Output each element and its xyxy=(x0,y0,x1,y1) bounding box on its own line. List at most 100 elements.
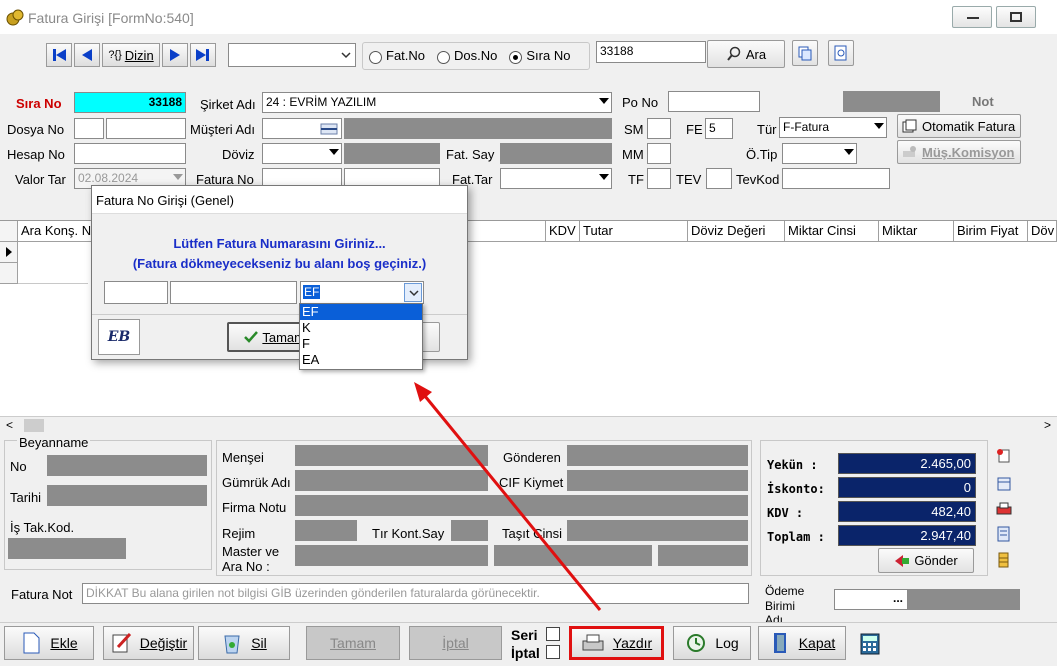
printer-list-icon[interactable] xyxy=(995,502,1013,518)
table-row[interactable] xyxy=(18,242,88,284)
doviz-dropdown[interactable] xyxy=(262,143,342,164)
otip-dropdown[interactable] xyxy=(782,143,857,164)
musteri-adi-field[interactable] xyxy=(262,118,342,139)
maximize-button[interactable] xyxy=(996,6,1036,28)
odeme-birimi-field[interactable]: ... xyxy=(834,589,908,610)
grid-col-doviz-degeri[interactable]: Döviz Değeri xyxy=(688,221,785,242)
mm-field[interactable] xyxy=(647,143,671,164)
grid-horizontal-scrollbar[interactable]: < > xyxy=(0,416,1057,434)
minimize-button[interactable] xyxy=(952,6,992,28)
dizin-button[interactable]: ?{} Dizin xyxy=(102,43,160,67)
yazdir-button[interactable]: Yazdır xyxy=(569,626,664,660)
dosya-no-prefix-field[interactable] xyxy=(74,118,104,139)
cif-kiymet-field[interactable] xyxy=(567,470,748,491)
option-f[interactable]: F xyxy=(300,336,422,352)
hesap-no-field[interactable] xyxy=(74,143,186,164)
option-ef[interactable]: EF xyxy=(300,304,422,320)
sira-no-field[interactable]: 33188 xyxy=(74,92,186,113)
gumruk-adi-field[interactable] xyxy=(295,470,488,491)
eb-logo-button[interactable]: EB xyxy=(98,319,140,355)
odeme-lookup-button[interactable]: ... xyxy=(893,591,903,605)
grid-col-doviz[interactable]: Döv xyxy=(1028,221,1057,242)
grid-col-tutar[interactable]: Tutar xyxy=(580,221,688,242)
kapat-label: Kapat xyxy=(798,635,836,651)
dosya-no-field[interactable] xyxy=(106,118,186,139)
ara-no-field[interactable] xyxy=(494,545,652,566)
select-dropdown-button[interactable] xyxy=(404,283,422,302)
fe-field[interactable]: 5 xyxy=(705,118,733,139)
fatura-number-input[interactable] xyxy=(170,281,297,304)
fatura-not-field[interactable]: DİKKAT Bu alana girilen not bilgisi GİB … xyxy=(82,583,749,604)
search-input[interactable]: 33188 xyxy=(596,41,706,63)
tasit-cinsi-label: Taşıt Cinsi xyxy=(502,526,562,541)
po-no-field[interactable] xyxy=(668,91,760,112)
sirket-adi-dropdown[interactable]: 24 : EVRİM YAZILIM xyxy=(262,92,612,113)
kdv-value: 482,40 xyxy=(838,501,976,522)
kapat-button[interactable]: Kapat xyxy=(758,626,846,660)
sm-field[interactable] xyxy=(647,118,671,139)
grid-col-miktar-cinsi[interactable]: Miktar Cinsi xyxy=(785,221,879,242)
copy-button[interactable] xyxy=(792,40,818,66)
gonder-button[interactable]: Gönder xyxy=(878,548,974,573)
otomatik-fatura-button[interactable]: Otomatik Fatura xyxy=(897,114,1021,138)
mus-komisyon-label: Müş.Komisyon xyxy=(922,144,1015,160)
rejim-field[interactable] xyxy=(295,520,357,541)
fatura-seri-input[interactable] xyxy=(104,281,168,304)
fatura-type-select[interactable]: EF xyxy=(300,281,424,304)
tev-field[interactable] xyxy=(706,168,732,189)
preview-button[interactable] xyxy=(828,40,854,66)
tamam-button[interactable]: Tamam xyxy=(306,626,400,660)
log-button[interactable]: Log xyxy=(673,626,751,660)
last-record-button[interactable] xyxy=(190,43,216,67)
grid-col-birim-fiyat[interactable]: Birim Fiyat xyxy=(954,221,1028,242)
ekle-button[interactable]: Ekle xyxy=(4,626,94,660)
beyanname-no-field[interactable] xyxy=(47,455,207,476)
fat-say-label: Fat. Say xyxy=(446,147,495,162)
radio-dosno[interactable]: Dos.No xyxy=(437,48,497,64)
mus-komisyon-button[interactable]: Müş.Komisyon xyxy=(897,140,1021,164)
chevron-down-icon xyxy=(173,174,183,180)
grid-row-indicator[interactable] xyxy=(0,242,18,263)
tevkod-field[interactable] xyxy=(782,168,890,189)
tur-dropdown[interactable]: F-Fatura xyxy=(779,117,887,138)
notes-icon[interactable] xyxy=(995,526,1013,542)
add-document-icon[interactable] xyxy=(995,448,1013,464)
tf-field[interactable] xyxy=(647,168,671,189)
iptal-checkbox[interactable] xyxy=(546,645,560,659)
firma-notu-field[interactable] xyxy=(295,495,748,516)
master-field[interactable] xyxy=(295,545,488,566)
grid-col-kdv[interactable]: KDV xyxy=(546,221,580,242)
mensei-field[interactable] xyxy=(295,445,488,466)
radio-sirano[interactable]: Sıra No xyxy=(509,48,570,64)
seri-checkbox[interactable] xyxy=(546,627,560,641)
calendar-icon[interactable] xyxy=(995,476,1013,492)
search-type-dropdown[interactable] xyxy=(228,43,356,67)
tasit-cinsi-field[interactable] xyxy=(567,520,748,541)
valor-tar-value: 02.08.2024 xyxy=(78,171,139,185)
radio-fatno[interactable]: Fat.No xyxy=(369,48,425,64)
sil-button[interactable]: Sil xyxy=(198,626,290,660)
iptal-button[interactable]: İptal xyxy=(409,626,502,660)
is-tak-kod-field[interactable] xyxy=(8,538,126,559)
mensei-label: Menşei xyxy=(222,450,264,465)
prev-record-button[interactable] xyxy=(74,43,100,67)
option-k[interactable]: K xyxy=(300,320,422,336)
beyanname-tarihi-field[interactable] xyxy=(47,485,207,506)
archive-icon[interactable] xyxy=(995,552,1013,568)
grid-col-miktar[interactable]: Miktar xyxy=(879,221,954,242)
seri-label: Seri xyxy=(511,627,538,643)
ara-button[interactable]: Ara xyxy=(707,40,785,68)
dialog-tamam-button[interactable]: Tamam xyxy=(227,322,307,352)
first-record-button[interactable] xyxy=(46,43,72,67)
grid-row-indicator[interactable] xyxy=(0,263,18,284)
last-icon xyxy=(196,49,209,61)
ara-no-extra-field[interactable] xyxy=(658,545,748,566)
option-ea[interactable]: EA xyxy=(300,352,422,368)
fat-tar-field[interactable] xyxy=(500,168,612,189)
next-record-button[interactable] xyxy=(162,43,188,67)
scroll-thumb[interactable] xyxy=(24,419,44,432)
tir-kont-say-field[interactable] xyxy=(451,520,488,541)
calculator-icon[interactable] xyxy=(860,633,880,655)
degistir-button[interactable]: Değiştir xyxy=(103,626,194,660)
gonderen-field[interactable] xyxy=(567,445,748,466)
